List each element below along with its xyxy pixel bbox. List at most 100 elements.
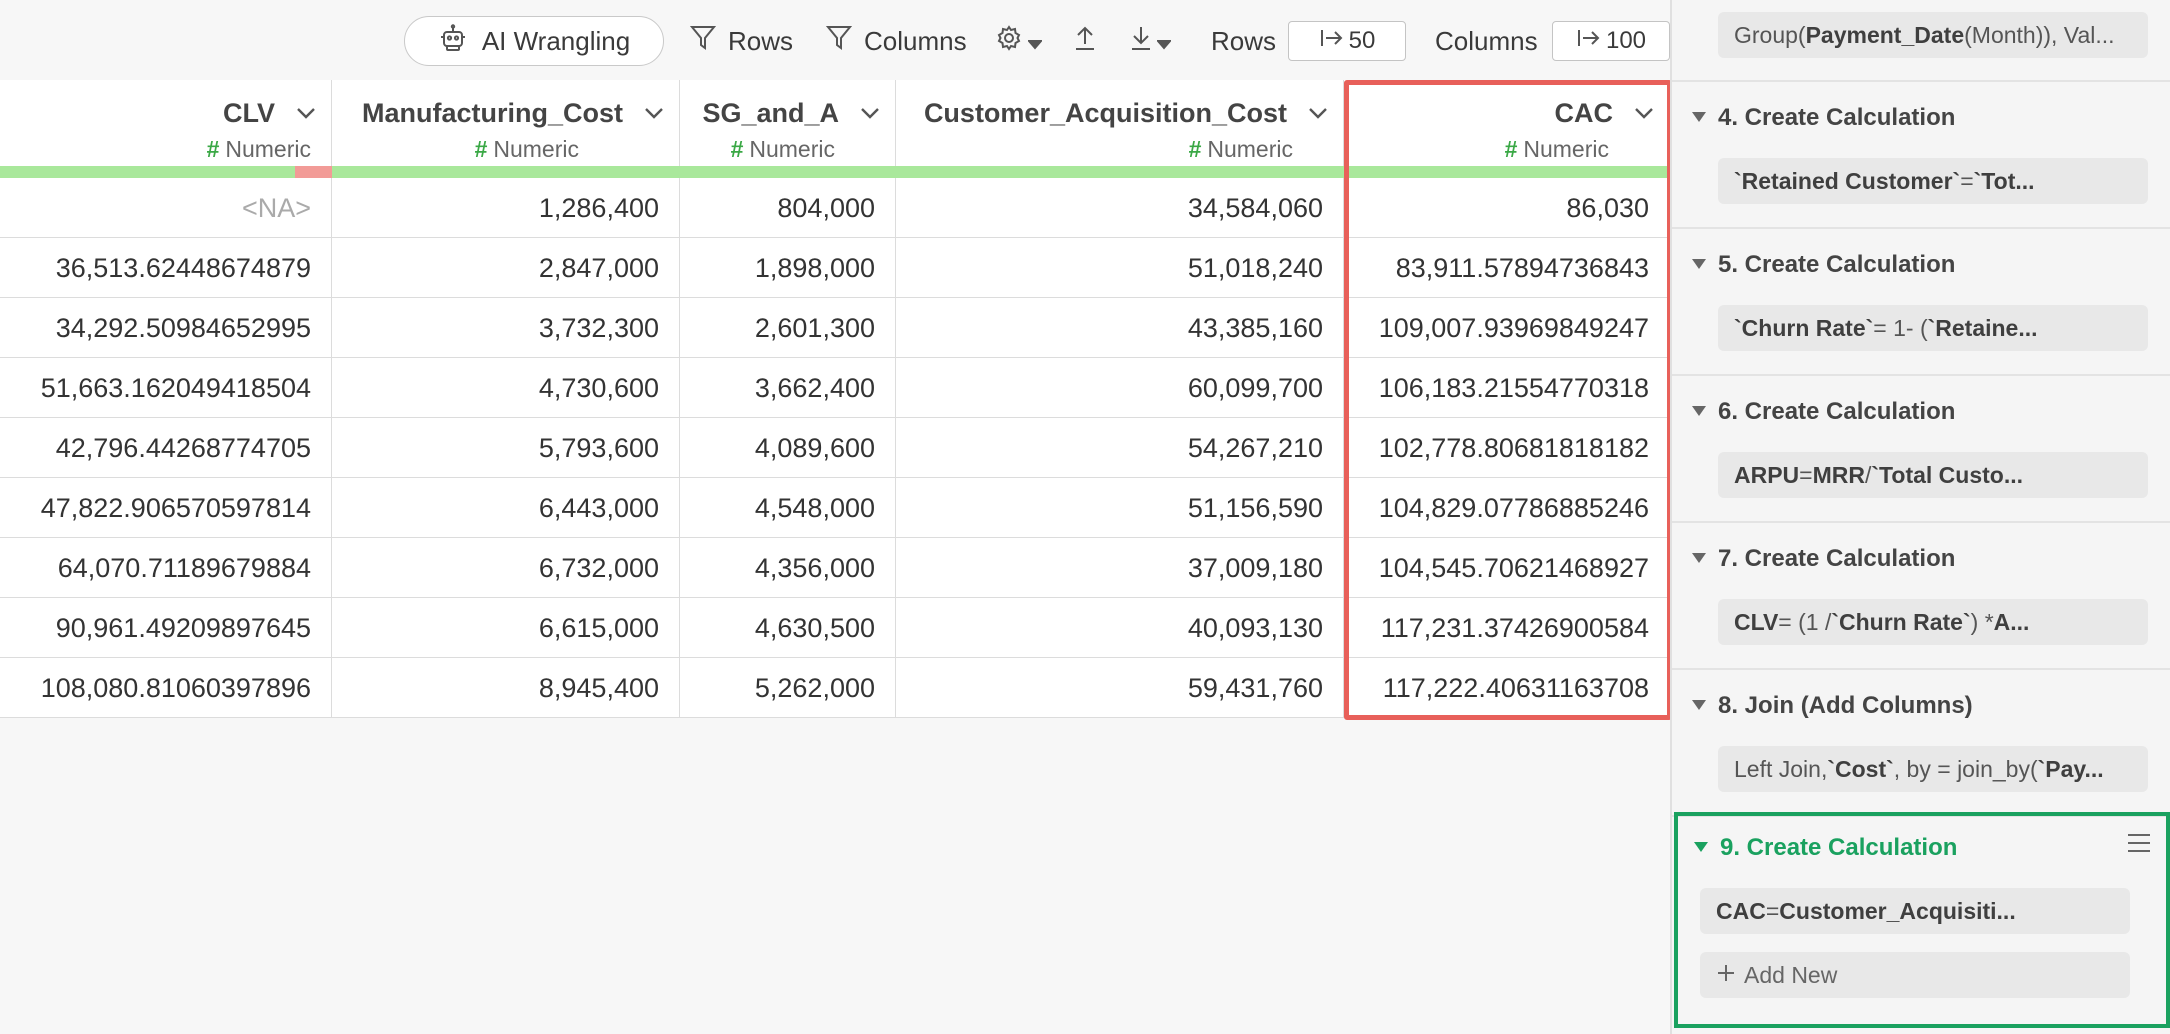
- table-row: 34,292.50984652995 3,732,300 2,601,300 43,3…: [0, 298, 1670, 358]
- chevron-down-icon[interactable]: [643, 102, 665, 124]
- table-cell[interactable]: 64,070.71189679884: [0, 538, 332, 598]
- step-expression[interactable]: CLV = (1 / `Churn Rate`) * A...: [1718, 599, 2148, 645]
- table-cell[interactable]: 3,662,400: [680, 358, 896, 418]
- table-cell[interactable]: 2,601,300: [680, 298, 896, 358]
- table-header: CLV # Numeric Manufacturing_Cost # Numeric SG_…: [0, 80, 1670, 178]
- table-cell[interactable]: 90,961.49209897645: [0, 598, 332, 658]
- data-view: AI Wrangling Rows Columns Rows 50 Column…: [0, 0, 1672, 1034]
- settings-menu[interactable]: [996, 16, 1044, 66]
- add-new-step-button[interactable]: Add New: [1700, 952, 2130, 998]
- chevron-down-icon[interactable]: [859, 102, 881, 124]
- caret-down-icon: [1026, 26, 1044, 57]
- collapse-triangle-icon[interactable]: [1692, 406, 1706, 416]
- ai-wrangling-button[interactable]: AI Wrangling: [404, 16, 664, 66]
- chevron-down-icon[interactable]: [1307, 102, 1329, 124]
- hamburger-menu-icon[interactable]: [2126, 832, 2152, 854]
- column-name: CAC: [1554, 98, 1614, 128]
- step-title: 4. Create Calculation: [1718, 104, 1956, 131]
- table-cell[interactable]: 6,615,000: [332, 598, 680, 658]
- table-cell[interactable]: 804,000: [680, 178, 896, 238]
- table-cell[interactable]: 42,796.44268774705: [0, 418, 332, 478]
- step-6[interactable]: 6. Create Calculation ARPU = MRR / `Total…: [1672, 376, 2170, 523]
- table-cell[interactable]: 4,630,500: [680, 598, 896, 658]
- download-menu[interactable]: [1129, 16, 1173, 66]
- table-cell[interactable]: 102,778.80681818182: [1344, 418, 1670, 478]
- table-cell[interactable]: 104,545.70621468927: [1344, 538, 1670, 598]
- rows-filter-button[interactable]: Rows: [689, 16, 793, 66]
- column-header-clv[interactable]: CLV # Numeric: [0, 80, 332, 178]
- filter-icon: [689, 24, 717, 59]
- table-cell[interactable]: 47,822.906570597814: [0, 478, 332, 538]
- step-3[interactable]: Group(Payment_Date (Month)), Val...: [1672, 0, 2170, 82]
- chevron-down-icon[interactable]: [1633, 102, 1655, 124]
- column-type: # Numeric: [1189, 136, 1293, 163]
- collapse-triangle-icon[interactable]: [1692, 259, 1706, 269]
- table-cell[interactable]: 117,231.37426900584: [1344, 598, 1670, 658]
- table-cell[interactable]: 54,267,210: [896, 418, 1344, 478]
- step-4[interactable]: 4. Create Calculation `Retained Customer`…: [1672, 82, 2170, 229]
- table-cell[interactable]: 60,099,700: [896, 358, 1344, 418]
- table-cell[interactable]: 51,156,590: [896, 478, 1344, 538]
- table-cell[interactable]: 5,793,600: [332, 418, 680, 478]
- table-row: 47,822.906570597814 6,443,000 4,548,000 51,…: [0, 478, 1670, 538]
- table-cell[interactable]: 34,292.50984652995: [0, 298, 332, 358]
- table-cell[interactable]: 1,898,000: [680, 238, 896, 298]
- collapse-triangle-icon[interactable]: [1692, 112, 1706, 122]
- column-type: # Numeric: [475, 136, 579, 163]
- table-cell[interactable]: 4,548,000: [680, 478, 896, 538]
- table-cell[interactable]: 4,730,600: [332, 358, 680, 418]
- column-header-sg-and-a[interactable]: SG_and_A # Numeric: [680, 80, 896, 178]
- table-cell[interactable]: 6,443,000: [332, 478, 680, 538]
- columns-filter-button[interactable]: Columns: [825, 16, 967, 66]
- table-cell[interactable]: 59,431,760: [896, 658, 1344, 718]
- table-cell[interactable]: 51,018,240: [896, 238, 1344, 298]
- step-5[interactable]: 5. Create Calculation `Churn Rate` = 1- (…: [1672, 229, 2170, 376]
- step-expression[interactable]: `Churn Rate` = 1- (`Retaine...: [1718, 305, 2148, 351]
- table-cell[interactable]: 104,829.07786885246: [1344, 478, 1670, 538]
- collapse-triangle-icon[interactable]: [1692, 700, 1706, 710]
- column-quality-bar: [332, 166, 680, 178]
- table-cell[interactable]: 108,080.81060397896: [0, 658, 332, 718]
- column-header-cac[interactable]: CAC # Numeric: [1344, 80, 1670, 178]
- table-cell[interactable]: 43,385,160: [896, 298, 1344, 358]
- table-row: 90,961.49209897645 6,615,000 4,630,500 40,0…: [0, 598, 1670, 658]
- column-type-label: Numeric: [493, 136, 579, 162]
- step-expression[interactable]: Left Join, `Cost`, by = join_by(`Pay...: [1718, 746, 2148, 792]
- table-cell[interactable]: 6,732,000: [332, 538, 680, 598]
- table-cell[interactable]: 117,222.40631163708: [1344, 658, 1670, 718]
- table-cell[interactable]: 34,584,060: [896, 178, 1344, 238]
- table-cell[interactable]: 5,262,000: [680, 658, 896, 718]
- column-header-manufacturing-cost[interactable]: Manufacturing_Cost # Numeric: [332, 80, 680, 178]
- table-cell[interactable]: 106,183.21554770318: [1344, 358, 1670, 418]
- table-cell[interactable]: 2,847,000: [332, 238, 680, 298]
- table-cell[interactable]: 40,093,130: [896, 598, 1344, 658]
- step-expression[interactable]: `Retained Customer` = `Tot...: [1718, 158, 2148, 204]
- collapse-triangle-icon[interactable]: [1692, 553, 1706, 563]
- column-header-customer-acquisition-cost[interactable]: Customer_Acquisition_Cost # Numeric: [896, 80, 1344, 178]
- step-expression[interactable]: ARPU = MRR / `Total Custo...: [1718, 452, 2148, 498]
- step-expression[interactable]: CAC = Customer_Acquisiti...: [1700, 888, 2130, 934]
- table-cell[interactable]: 8,945,400: [332, 658, 680, 718]
- table-cell[interactable]: 4,356,000: [680, 538, 896, 598]
- table-cell[interactable]: 4,089,600: [680, 418, 896, 478]
- table-cell[interactable]: <NA>: [0, 178, 332, 238]
- chevron-down-icon[interactable]: [295, 102, 317, 124]
- rows-limit-input[interactable]: 50: [1288, 21, 1406, 61]
- columns-limit-input[interactable]: 100: [1552, 21, 1670, 61]
- table-cell[interactable]: 3,732,300: [332, 298, 680, 358]
- collapse-triangle-icon[interactable]: [1694, 842, 1708, 852]
- step-9-active[interactable]: 9. Create Calculation CAC = Customer_Acq…: [1674, 812, 2170, 1028]
- table-cell[interactable]: 36,513.62448674879: [0, 238, 332, 298]
- step-7[interactable]: 7. Create Calculation CLV = (1 / `Churn R…: [1672, 523, 2170, 670]
- table-cell[interactable]: 37,009,180: [896, 538, 1344, 598]
- column-type-label: Numeric: [749, 136, 835, 162]
- upload-button[interactable]: [1073, 16, 1097, 66]
- table-cell[interactable]: 51,663.162049418504: [0, 358, 332, 418]
- step-expression[interactable]: Group(Payment_Date (Month)), Val...: [1718, 12, 2148, 58]
- table-cell[interactable]: 83,911.57894736843: [1344, 238, 1670, 298]
- table-cell[interactable]: 86,030: [1344, 178, 1670, 238]
- table-cell[interactable]: 109,007.93969849247: [1344, 298, 1670, 358]
- step-8[interactable]: 8. Join (Add Columns) Left Join, `Cost`, …: [1672, 670, 2170, 817]
- table-cell[interactable]: 1,286,400: [332, 178, 680, 238]
- column-type-label: Numeric: [225, 136, 311, 162]
